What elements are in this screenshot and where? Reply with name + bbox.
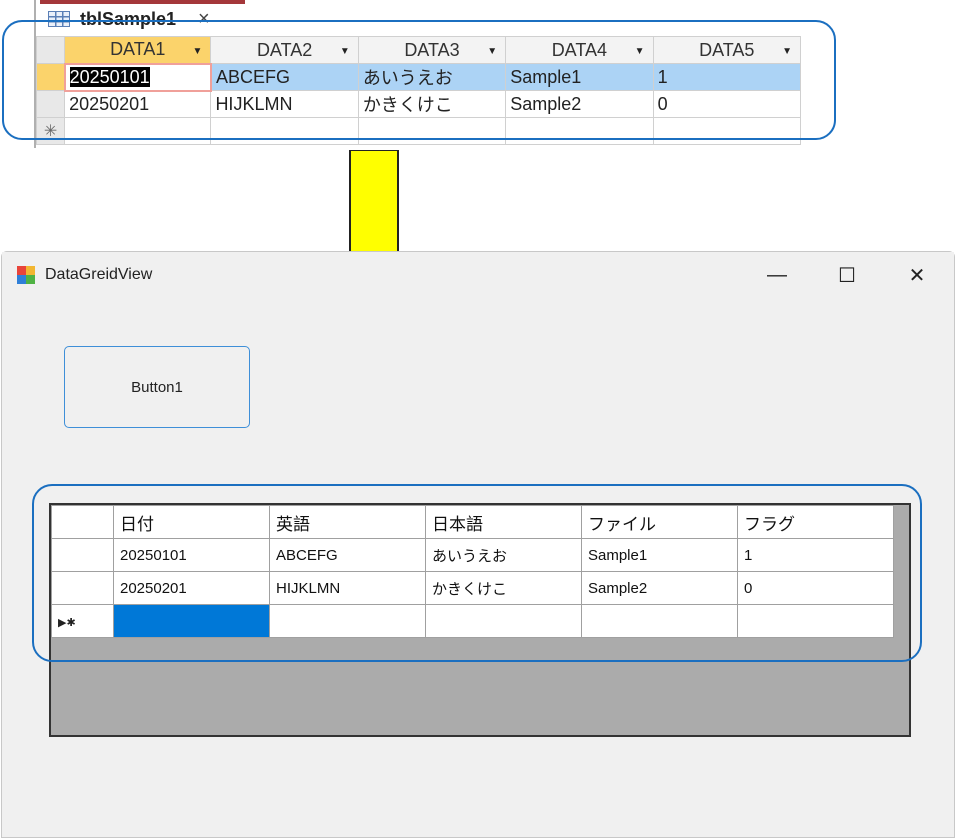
highlight-callout-grid	[32, 484, 922, 662]
maximize-button[interactable]: ☐	[812, 252, 882, 298]
close-button[interactable]: ✕	[882, 252, 952, 298]
window-title: DataGreidView	[45, 266, 153, 283]
button1[interactable]: Button1	[64, 346, 250, 428]
app-icon	[17, 266, 35, 284]
minimize-button[interactable]: —	[742, 252, 812, 298]
highlight-callout-access	[2, 20, 836, 140]
